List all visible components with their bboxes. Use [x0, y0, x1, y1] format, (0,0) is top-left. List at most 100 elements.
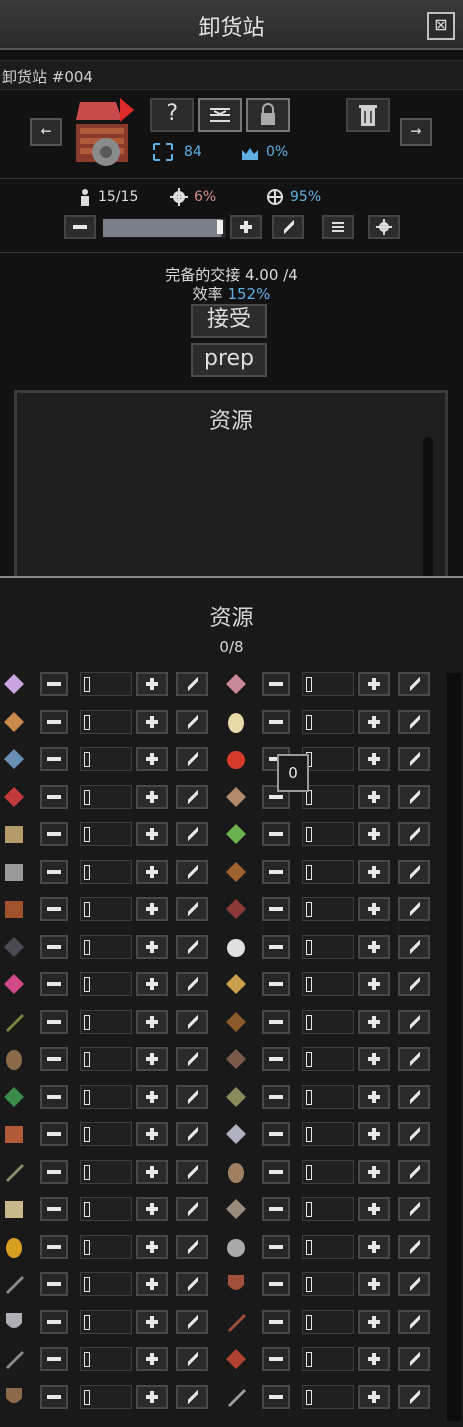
max-button[interactable]: [398, 1235, 430, 1259]
increase-button[interactable]: [136, 822, 168, 846]
quantity-field[interactable]: [80, 710, 132, 734]
decrease-button[interactable]: [40, 747, 68, 771]
quantity-field[interactable]: [302, 1310, 354, 1334]
close-button[interactable]: ⊠: [427, 12, 455, 40]
decrease-button[interactable]: [262, 822, 290, 846]
decrease-button[interactable]: [40, 710, 68, 734]
quantity-field[interactable]: [80, 672, 132, 696]
max-button[interactable]: [176, 1272, 208, 1296]
max-button[interactable]: [176, 860, 208, 884]
decrease-button[interactable]: [40, 897, 68, 921]
decrease-button[interactable]: [40, 972, 68, 996]
quantity-field[interactable]: [302, 1085, 354, 1109]
quantity-field[interactable]: [80, 1272, 132, 1296]
quantity-field[interactable]: [302, 1385, 354, 1409]
decrease-button[interactable]: [40, 1235, 68, 1259]
increase-button[interactable]: [136, 1197, 168, 1221]
quantity-field[interactable]: [302, 1047, 354, 1071]
decrease-button[interactable]: [40, 1122, 68, 1146]
decrease-button[interactable]: [262, 672, 290, 696]
increase-button[interactable]: [358, 972, 390, 996]
increase-button[interactable]: [136, 860, 168, 884]
decrease-button[interactable]: [262, 1085, 290, 1109]
max-button[interactable]: [398, 972, 430, 996]
increase-button[interactable]: [136, 935, 168, 959]
quantity-field[interactable]: [302, 747, 354, 771]
increase-button[interactable]: [136, 1310, 168, 1334]
increase-button[interactable]: [358, 1122, 390, 1146]
increase-button[interactable]: [358, 1010, 390, 1034]
max-button[interactable]: [176, 1047, 208, 1071]
max-button[interactable]: [176, 1310, 208, 1334]
quantity-field[interactable]: [302, 672, 354, 696]
quantity-field[interactable]: [80, 1385, 132, 1409]
decrease-button[interactable]: [40, 1010, 68, 1034]
max-button[interactable]: [398, 672, 430, 696]
station-name[interactable]: 卸货站 #004: [2, 66, 93, 87]
increase-button[interactable]: [136, 747, 168, 771]
quantity-field[interactable]: [80, 1160, 132, 1184]
decrease-button[interactable]: [262, 1385, 290, 1409]
list-button[interactable]: [322, 215, 354, 239]
max-button[interactable]: [398, 1085, 430, 1109]
quantity-field[interactable]: [80, 1010, 132, 1034]
quantity-field[interactable]: [80, 935, 132, 959]
quantity-field[interactable]: [80, 747, 132, 771]
max-button[interactable]: [398, 1122, 430, 1146]
quantity-field[interactable]: [302, 785, 354, 809]
increase-button[interactable]: [358, 1310, 390, 1334]
max-workers-button[interactable]: [272, 215, 304, 239]
decrease-button[interactable]: [262, 1197, 290, 1221]
decrease-button[interactable]: [262, 1122, 290, 1146]
increase-button[interactable]: [358, 1385, 390, 1409]
quantity-field[interactable]: [80, 1235, 132, 1259]
increase-button[interactable]: [358, 860, 390, 884]
quantity-field[interactable]: [302, 1122, 354, 1146]
decrease-button[interactable]: [262, 1310, 290, 1334]
quantity-field[interactable]: [80, 860, 132, 884]
delete-button[interactable]: [346, 98, 390, 132]
decrease-button[interactable]: [40, 1347, 68, 1371]
increase-button[interactable]: [136, 897, 168, 921]
quantity-field[interactable]: [80, 1122, 132, 1146]
max-button[interactable]: [176, 1385, 208, 1409]
increase-button[interactable]: [136, 1085, 168, 1109]
increase-button[interactable]: [358, 1235, 390, 1259]
increase-button[interactable]: [358, 1160, 390, 1184]
quantity-field[interactable]: [302, 860, 354, 884]
max-button[interactable]: [398, 1010, 430, 1034]
max-button[interactable]: [398, 785, 430, 809]
max-button[interactable]: [176, 710, 208, 734]
station-name-bar[interactable]: 卸货站 #004: [0, 60, 463, 90]
decrease-button[interactable]: [40, 935, 68, 959]
decrease-workers-button[interactable]: [64, 215, 96, 239]
quantity-field[interactable]: [302, 1272, 354, 1296]
next-building-button[interactable]: →: [400, 118, 432, 146]
decrease-button[interactable]: [262, 972, 290, 996]
max-button[interactable]: [176, 972, 208, 996]
max-button[interactable]: [398, 1160, 430, 1184]
increase-button[interactable]: [358, 710, 390, 734]
settings-button[interactable]: [368, 215, 400, 239]
decrease-button[interactable]: [262, 897, 290, 921]
increase-button[interactable]: [136, 1385, 168, 1409]
max-button[interactable]: [398, 1197, 430, 1221]
quantity-field[interactable]: [302, 1235, 354, 1259]
increase-button[interactable]: [358, 897, 390, 921]
max-button[interactable]: [176, 1197, 208, 1221]
increase-button[interactable]: [136, 1010, 168, 1034]
scrollbar[interactable]: [423, 437, 433, 583]
increase-button[interactable]: [358, 747, 390, 771]
max-button[interactable]: [176, 935, 208, 959]
increase-button[interactable]: [358, 672, 390, 696]
quantity-field[interactable]: [80, 972, 132, 996]
decrease-button[interactable]: [262, 1235, 290, 1259]
prep-button[interactable]: prep: [191, 343, 267, 377]
decrease-button[interactable]: [40, 785, 68, 809]
max-button[interactable]: [398, 897, 430, 921]
max-button[interactable]: [398, 1347, 430, 1371]
quantity-field[interactable]: [80, 1347, 132, 1371]
max-button[interactable]: [398, 860, 430, 884]
prev-building-button[interactable]: ←: [30, 118, 62, 146]
help-button[interactable]: ?: [150, 98, 194, 132]
